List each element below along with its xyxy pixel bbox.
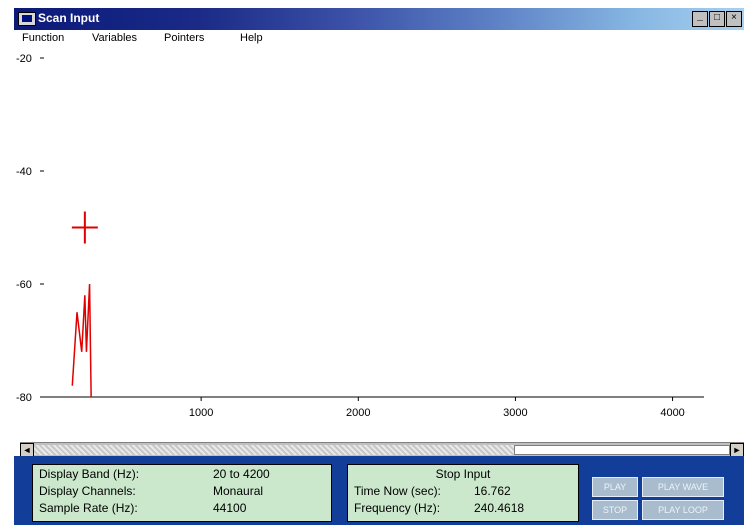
- y-tick-label: -80: [16, 392, 32, 404]
- spectrum-trace: [71, 283, 92, 398]
- scroll-right-icon[interactable]: ►: [730, 443, 744, 457]
- window-title: Scan Input: [38, 11, 100, 25]
- x-tick-label: 3000: [503, 407, 527, 419]
- scroll-left-icon[interactable]: ◄: [20, 443, 34, 457]
- scroll-thumb[interactable]: [514, 445, 730, 455]
- menu-bar: Function Variables Pointers Help: [14, 30, 744, 46]
- window-icon: [18, 12, 36, 26]
- menu-help[interactable]: Help: [240, 32, 263, 44]
- stop-button[interactable]: STOP: [592, 500, 638, 520]
- stop-input-label[interactable]: Stop Input: [348, 467, 578, 481]
- info-value: 20 to 4200: [213, 467, 270, 481]
- y-tick-label: -20: [16, 53, 32, 65]
- minimize-icon[interactable]: _: [692, 11, 708, 27]
- menu-variables[interactable]: Variables: [92, 32, 137, 44]
- x-tick-label: 2000: [346, 407, 370, 419]
- info-label: Display Band (Hz):: [39, 467, 140, 481]
- status-panel: Stop Input Time Now (sec): 16.762 Freque…: [347, 464, 579, 522]
- status-label: Time Now (sec):: [354, 484, 441, 498]
- menu-function[interactable]: Function: [22, 32, 64, 44]
- info-label: Sample Rate (Hz):: [39, 501, 138, 515]
- maximize-icon[interactable]: □: [709, 11, 725, 27]
- horizontal-scrollbar[interactable]: ◄ ►: [20, 442, 744, 457]
- spectrum-plot[interactable]: -20 -40 -60 -80 1000 2000 3000 4000: [14, 46, 744, 436]
- bottom-panel: Display Band (Hz): 20 to 4200 Display Ch…: [14, 456, 744, 525]
- time-now-value: 16.762: [474, 484, 511, 498]
- menu-pointers[interactable]: Pointers: [164, 32, 204, 44]
- y-tick-label: -60: [16, 279, 32, 291]
- window-controls: _ □ ×: [692, 11, 742, 27]
- info-label: Display Channels:: [39, 484, 136, 498]
- x-tick-label: 1000: [189, 407, 213, 419]
- info-panel: Display Band (Hz): 20 to 4200 Display Ch…: [32, 464, 332, 522]
- play-loop-button[interactable]: PLAY LOOP: [642, 500, 724, 520]
- title-bar[interactable]: Scan Input _ □ ×: [14, 8, 744, 30]
- chart-svg[interactable]: -20 -40 -60 -80 1000 2000 3000 4000: [14, 46, 744, 436]
- info-value: 44100: [213, 501, 247, 515]
- play-wave-button[interactable]: PLAY WAVE: [642, 477, 724, 497]
- scan-input-window: Scan Input _ □ × Function Variables Poin…: [14, 8, 744, 525]
- play-button[interactable]: PLAY: [592, 477, 638, 497]
- y-tick-label: -40: [16, 166, 32, 178]
- close-icon[interactable]: ×: [726, 11, 742, 27]
- scroll-track[interactable]: [34, 445, 730, 455]
- status-label: Frequency (Hz):: [354, 501, 441, 515]
- x-tick-label: 4000: [660, 407, 684, 419]
- frequency-value: 240.4618: [474, 501, 525, 515]
- info-value: Monaural: [213, 484, 264, 498]
